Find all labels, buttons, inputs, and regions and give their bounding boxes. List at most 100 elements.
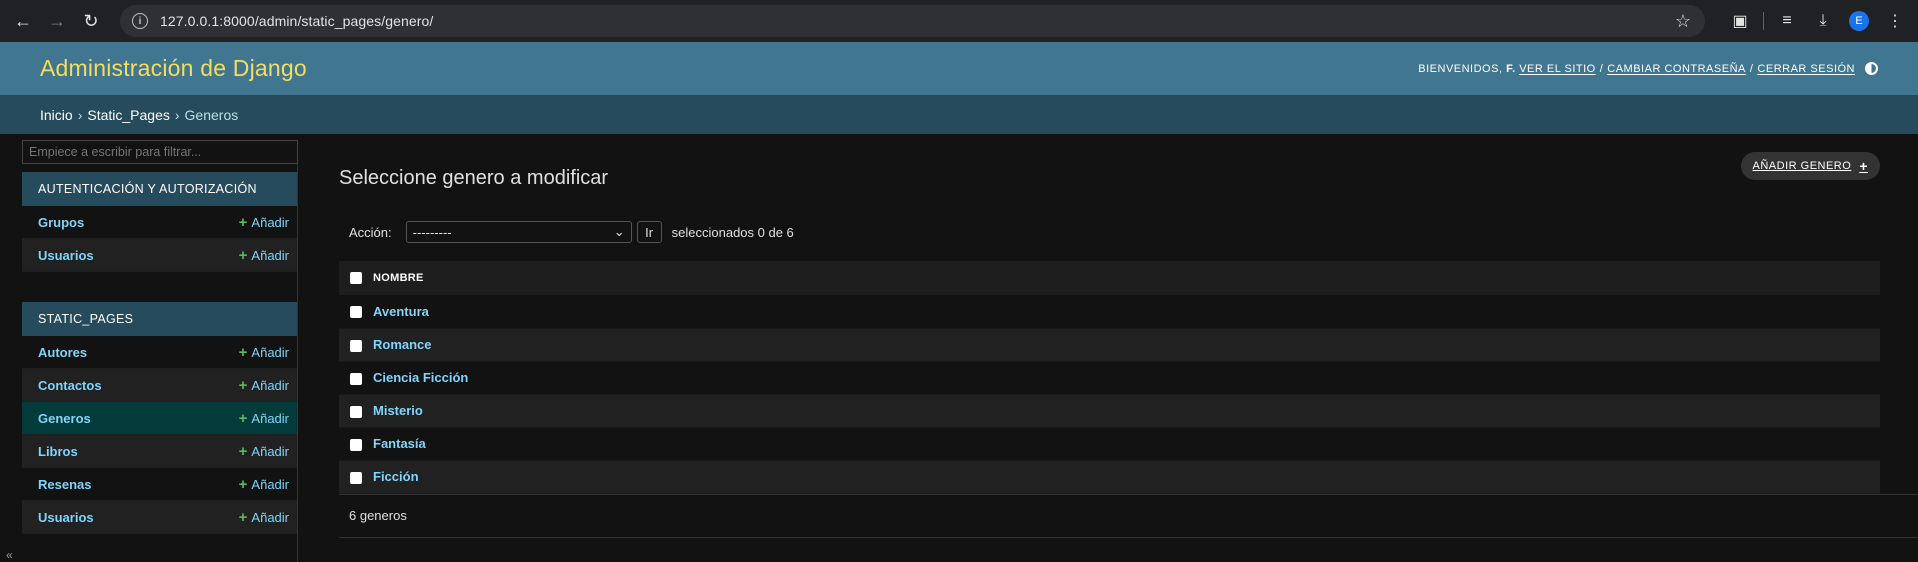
chevron-down-icon: ⌄ xyxy=(613,224,625,239)
action-label: Acción: xyxy=(349,224,392,240)
reload-icon[interactable]: ↻ xyxy=(76,6,106,36)
breadcrumb-current: Generos xyxy=(184,106,239,123)
row-name-cell: Ciencia Ficción xyxy=(373,361,1880,395)
module-spacer xyxy=(22,272,297,294)
plus-icon: + xyxy=(238,213,248,231)
logout-link[interactable]: CERRAR SESIÓN xyxy=(1757,63,1855,75)
theme-toggle-icon[interactable] xyxy=(1865,62,1878,75)
plus-icon: + xyxy=(238,376,248,394)
admin-header: Administración de Django BIENVENIDOS, F.… xyxy=(0,42,1918,95)
address-bar[interactable]: i 127.0.0.1:8000/admin/static_pages/gene… xyxy=(120,5,1705,37)
user-tools-separator: / xyxy=(1749,62,1754,75)
sidebar-item-contactos: Contactos + Añadir xyxy=(22,369,297,402)
row-checkbox[interactable] xyxy=(350,306,362,319)
row-link[interactable]: Fantasía xyxy=(373,436,426,451)
paginator: 6 generos xyxy=(339,493,1918,538)
table-header-row: NOMBRE xyxy=(339,261,1880,295)
toolbar-divider xyxy=(1763,12,1764,30)
table-row: Ficción xyxy=(339,460,1880,494)
extensions-icon[interactable]: ▣ xyxy=(1725,6,1755,36)
add-genero-label: AÑADIR GENERO xyxy=(1752,160,1852,172)
browser-toolbar: ← → ↻ i 127.0.0.1:8000/admin/static_page… xyxy=(0,0,1918,42)
model-link-grupos[interactable]: Grupos xyxy=(38,215,84,230)
sidebar-item-grupos: Grupos + Añadir xyxy=(22,206,297,239)
model-link-autores[interactable]: Autores xyxy=(38,345,87,360)
model-link-libros[interactable]: Libros xyxy=(38,444,78,459)
row-checkbox-cell xyxy=(339,460,373,494)
bookmark-star-icon[interactable]: ☆ xyxy=(1675,11,1691,32)
user-tools: BIENVENIDOS, F. VER EL SITIO / CAMBIAR C… xyxy=(1418,62,1878,75)
model-link-usuarios[interactable]: Usuarios xyxy=(38,510,94,525)
site-info-icon[interactable]: i xyxy=(132,13,148,29)
column-header-nombre[interactable]: NOMBRE xyxy=(373,261,1880,295)
plus-icon: + xyxy=(238,442,248,460)
action-select[interactable]: --------- ⌄ xyxy=(405,221,632,243)
select-all-checkbox[interactable] xyxy=(350,272,362,285)
model-link-generos[interactable]: Generos xyxy=(38,411,91,426)
table-row: Aventura xyxy=(339,295,1880,329)
model-link-usuarios-auth[interactable]: Usuarios xyxy=(38,248,94,263)
breadcrumb-app[interactable]: Static_Pages xyxy=(87,107,170,123)
app-caption-static-pages[interactable]: Static_Pages xyxy=(22,302,297,336)
row-link[interactable]: Misterio xyxy=(373,403,423,418)
row-checkbox[interactable] xyxy=(350,405,362,418)
page-title: Seleccione genero a modificar xyxy=(339,167,609,189)
forward-icon[interactable]: → xyxy=(42,6,72,36)
sidebar-item-libros: Libros + Añadir xyxy=(22,435,297,468)
avatar: E xyxy=(1849,11,1869,31)
table-row: Ciencia Ficción xyxy=(339,361,1880,395)
welcome-text: BIENVENIDOS, xyxy=(1418,62,1503,75)
plus-icon: + xyxy=(238,246,248,264)
site-branding[interactable]: Administración de Django xyxy=(40,55,307,82)
model-link-resenas[interactable]: Resenas xyxy=(38,477,91,492)
action-select-value: --------- xyxy=(412,224,452,240)
breadcrumb: Inicio › Static_Pages › Generos xyxy=(0,95,1918,134)
add-genero-button[interactable]: AÑADIR GENERO + xyxy=(1740,152,1880,180)
plus-icon: + xyxy=(238,475,248,493)
table-row: Misterio xyxy=(339,394,1880,428)
sidebar-collapse-icon[interactable]: « xyxy=(6,548,13,562)
profile-button[interactable]: E xyxy=(1844,6,1874,36)
sidebar-item-usuarios: Usuarios + Añadir xyxy=(22,501,297,534)
row-link[interactable]: Ficción xyxy=(373,469,419,484)
nav-filter-input[interactable] xyxy=(22,140,298,164)
sidebar-item-resenas: Resenas + Añadir xyxy=(22,468,297,501)
user-tools-separator: / xyxy=(1599,62,1604,75)
url-text[interactable]: 127.0.0.1:8000/admin/static_pages/genero… xyxy=(160,13,433,29)
select-all-cell xyxy=(339,261,373,295)
sidebar-item-usuarios-auth: Usuarios + Añadir xyxy=(22,239,297,272)
download-icon[interactable]: ⤓ xyxy=(1808,6,1838,36)
row-name-cell: Ficción xyxy=(373,460,1880,494)
row-checkbox[interactable] xyxy=(350,471,362,484)
media-queue-icon[interactable]: ≡ xyxy=(1772,6,1802,36)
plus-icon: + xyxy=(238,409,248,427)
result-table: NOMBRE Aventura Romance Ciencia Ficción xyxy=(339,261,1880,494)
row-link[interactable]: Romance xyxy=(373,337,432,352)
model-link-contactos[interactable]: Contactos xyxy=(38,378,102,393)
view-site-link[interactable]: VER EL SITIO xyxy=(1519,63,1596,75)
back-icon[interactable]: ← xyxy=(8,6,38,36)
row-checkbox-cell xyxy=(339,328,373,362)
row-checkbox[interactable] xyxy=(350,339,362,352)
username: F. xyxy=(1506,62,1516,75)
actions-bar: Acción: --------- ⌄ Ir seleccionados 0 d… xyxy=(339,215,1880,249)
breadcrumb-separator: › xyxy=(77,106,83,123)
row-checkbox-cell xyxy=(339,427,373,461)
app-caption-auth[interactable]: Autenticación y autorización xyxy=(22,172,297,206)
row-checkbox[interactable] xyxy=(350,372,362,385)
change-password-link[interactable]: CAMBIAR CONTRASEÑA xyxy=(1607,63,1746,75)
row-name-cell: Aventura xyxy=(373,295,1880,329)
row-checkbox[interactable] xyxy=(350,438,362,451)
changelist-content: Seleccione genero a modificar AÑADIR GEN… xyxy=(277,134,1918,562)
go-button[interactable]: Ir xyxy=(636,221,662,243)
row-checkbox-cell xyxy=(339,394,373,428)
row-name-cell: Romance xyxy=(373,328,1880,362)
row-link[interactable]: Aventura xyxy=(373,304,429,319)
action-counter: seleccionados 0 de 6 xyxy=(671,224,794,240)
app-module-static-pages: Static_Pages Autores + Añadir Contactos +… xyxy=(22,302,297,534)
row-link[interactable]: Ciencia Ficción xyxy=(373,370,468,385)
breadcrumb-home[interactable]: Inicio xyxy=(40,107,73,123)
row-checkbox-cell xyxy=(339,295,373,329)
table-row: Romance xyxy=(339,328,1880,362)
menu-kebab-icon[interactable]: ⋮ xyxy=(1880,6,1910,36)
